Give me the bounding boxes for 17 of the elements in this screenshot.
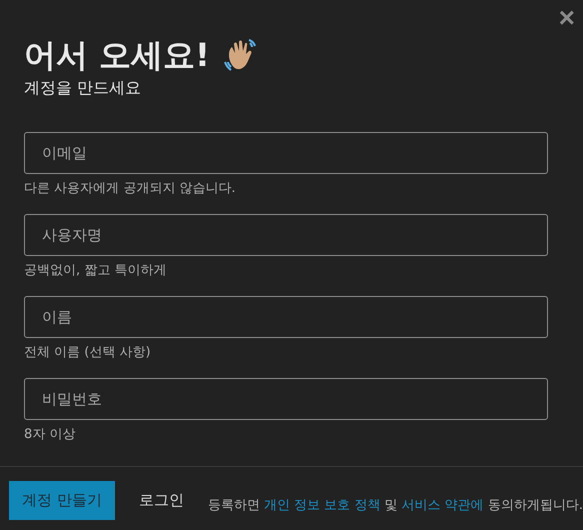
text-field[interactable]: 비밀번호 [24, 378, 548, 420]
field-hint: 전체 이름 (선택 사항) [24, 344, 152, 362]
policy-link[interactable]: 개인 정보 보호 정책 [264, 498, 380, 513]
field-hint: 8자 이상 [24, 426, 76, 444]
login-button[interactable]: 로그인 [124, 481, 198, 520]
waving-hand-icon [222, 37, 258, 74]
text-field[interactable]: 사용자명 [24, 214, 548, 256]
field-hint: 다른 사용자에게 공개되지 않습니다. [24, 180, 237, 198]
dialog-title: 어서 오세요! [24, 36, 210, 74]
create-account-button[interactable]: 계정 만들기 [9, 481, 115, 520]
policy-link[interactable]: 서비스 약관에 [402, 498, 484, 513]
text-field[interactable]: 이름 [24, 296, 548, 338]
field-hint: 공백없이, 짧고 특이하게 [24, 262, 168, 280]
text-field[interactable]: 이메일 [24, 132, 548, 174]
dialog-subtitle: 계정을 만드세요 [24, 78, 142, 100]
terms-notice: 등록하면 개인 정보 보호 정책 및 서비스 약관에 동의하게됩니다. [208, 497, 583, 514]
close-button[interactable]: × [556, 4, 577, 32]
